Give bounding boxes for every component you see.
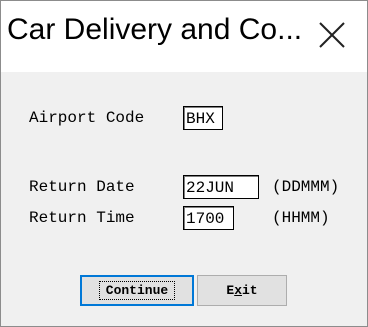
return-date-label: Return Date bbox=[29, 178, 135, 196]
return-date-hint: (DDMMM) bbox=[272, 178, 340, 196]
exit-button[interactable]: Exit bbox=[197, 275, 287, 306]
airport-code-input[interactable]: BHX bbox=[183, 106, 223, 130]
exit-button-label: Exit bbox=[226, 283, 258, 298]
return-time-hint: (HHMM) bbox=[272, 209, 330, 227]
airport-code-label: Airport Code bbox=[29, 109, 145, 127]
dialog-window: Car Delivery and Co... Airport Code BHX … bbox=[0, 0, 368, 327]
return-time-input[interactable]: 1700 bbox=[183, 206, 234, 230]
dialog-body: Airport Code BHX Return Date 22JUN (DDMM… bbox=[1, 72, 367, 326]
title-bar: Car Delivery and Co... bbox=[1, 1, 367, 72]
close-button[interactable] bbox=[301, 5, 363, 65]
close-icon bbox=[319, 22, 345, 48]
window-title: Car Delivery and Co... bbox=[7, 13, 303, 46]
continue-button[interactable]: Continue bbox=[80, 275, 194, 306]
return-time-label: Return Time bbox=[29, 209, 135, 227]
return-date-input[interactable]: 22JUN bbox=[183, 175, 259, 199]
continue-button-label: Continue bbox=[98, 281, 176, 300]
